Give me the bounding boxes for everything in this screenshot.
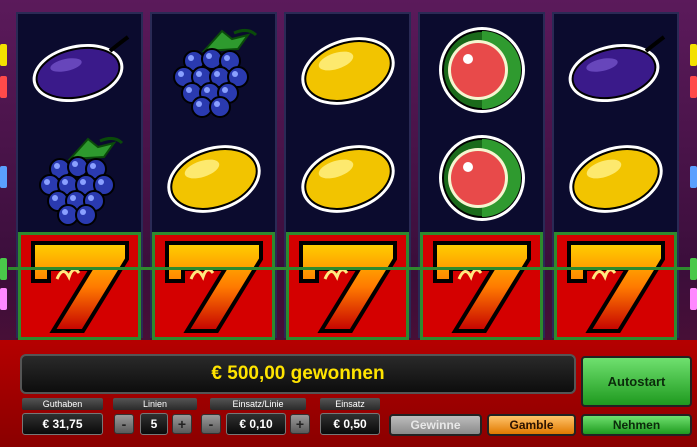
gamble-button[interactable]: Gamble — [487, 414, 576, 436]
linien-value: 5 — [140, 413, 168, 435]
payline-marker-left-4 — [0, 258, 7, 280]
win-message: € 500,00 gewonnen — [20, 354, 576, 394]
plum-symbol — [18, 16, 141, 124]
payline-marker-right-2 — [690, 76, 697, 98]
reel-5 — [552, 12, 679, 340]
reel-1 — [16, 12, 143, 340]
plum-symbol — [554, 16, 677, 124]
payline-marker-left-5 — [0, 288, 7, 310]
slot-machine: € 500,00 gewonnen Guthaben € 31,75 Linie… — [0, 0, 697, 447]
lemon-symbol — [152, 124, 275, 232]
payline-marker-right-1 — [690, 44, 697, 66]
einsatz-linie-label: Einsatz/Linie — [210, 398, 306, 410]
winning-payline — [8, 267, 690, 270]
linien-plus-button[interactable]: + — [172, 414, 192, 434]
lemon-symbol — [286, 124, 409, 232]
reel-2 — [150, 12, 277, 340]
einsatz-linie-value: € 0,10 — [226, 413, 286, 435]
guthaben-value: € 31,75 — [22, 413, 103, 435]
gewinne-button[interactable]: Gewinne — [389, 414, 482, 436]
payline-marker-right-4 — [690, 258, 697, 280]
payline-marker-left-2 — [0, 76, 7, 98]
lemon-symbol — [286, 16, 409, 124]
einsatz-label: Einsatz — [320, 398, 380, 410]
einsatz-linie-plus-button[interactable]: + — [290, 414, 310, 434]
lemon-symbol — [554, 124, 677, 232]
watermelon-symbol — [420, 124, 543, 232]
watermelon-symbol — [420, 16, 543, 124]
guthaben-label: Guthaben — [22, 398, 103, 410]
reel-3 — [284, 12, 411, 340]
payline-marker-left-1 — [0, 44, 7, 66]
seven-symbol — [18, 232, 141, 340]
seven-symbol — [554, 232, 677, 340]
reel-4 — [418, 12, 545, 340]
linien-minus-button[interactable]: - — [114, 414, 134, 434]
payline-marker-right-3 — [690, 166, 697, 188]
grapes-symbol — [18, 124, 141, 232]
linien-label: Linien — [113, 398, 197, 410]
einsatz-value: € 0,50 — [320, 413, 380, 435]
einsatz-linie-minus-button[interactable]: - — [201, 414, 221, 434]
nehmen-button[interactable]: Nehmen — [581, 414, 692, 436]
seven-symbol — [152, 232, 275, 340]
payline-marker-left-3 — [0, 166, 7, 188]
grapes-symbol — [152, 16, 275, 124]
seven-symbol — [286, 232, 409, 340]
seven-symbol — [420, 232, 543, 340]
payline-marker-right-5 — [690, 288, 697, 310]
autostart-button[interactable]: Autostart — [581, 356, 692, 407]
